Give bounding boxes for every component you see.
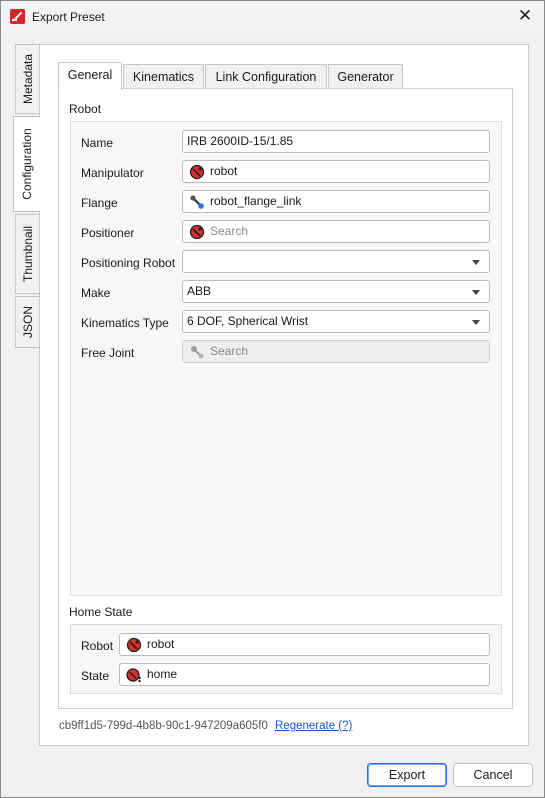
home-state-value: home bbox=[147, 667, 178, 681]
export-button[interactable]: Export bbox=[367, 763, 447, 787]
app-logo-icon bbox=[10, 9, 25, 24]
robot-state-icon bbox=[126, 668, 141, 683]
positioner-placeholder: Search bbox=[210, 224, 249, 238]
robot-icon bbox=[189, 164, 205, 180]
flange-label: Flange bbox=[81, 196, 118, 210]
free-joint-label: Free Joint bbox=[81, 346, 135, 360]
positioning-robot-select[interactable] bbox=[182, 250, 490, 273]
tab-general[interactable]: General bbox=[58, 62, 122, 90]
robot-icon bbox=[126, 637, 142, 653]
cancel-button[interactable]: Cancel bbox=[453, 763, 533, 787]
side-tab-label: Configuration bbox=[20, 128, 34, 200]
kinematics-type-value: 6 DOF, Spherical Wrist bbox=[187, 314, 309, 328]
chevron-down-icon bbox=[472, 260, 480, 265]
preset-uuid: cb9ff1d5-799d-4b8b-90c1-947209a605f0 bbox=[59, 720, 268, 732]
link-icon bbox=[190, 195, 204, 209]
side-tab-metadata[interactable]: Metadata bbox=[15, 44, 39, 114]
name-label: Name bbox=[81, 136, 114, 150]
tab-kinematics[interactable]: Kinematics bbox=[123, 64, 204, 89]
manipulator-label: Manipulator bbox=[81, 166, 144, 180]
home-robot-label: Robot bbox=[81, 639, 114, 653]
side-tab-label: Thumbnail bbox=[20, 225, 35, 283]
robot-section-title: Robot bbox=[69, 102, 102, 116]
make-label: Make bbox=[81, 286, 111, 300]
side-tab-thumbnail[interactable]: Thumbnail bbox=[15, 214, 39, 294]
window-title: Export Preset bbox=[32, 10, 105, 24]
regenerate-link[interactable]: Regenerate (?) bbox=[275, 720, 352, 732]
side-tab-label: JSON bbox=[20, 305, 35, 339]
kinematics-type-select[interactable]: 6 DOF, Spherical Wrist bbox=[182, 310, 490, 333]
make-value: ABB bbox=[187, 284, 212, 298]
flange-field[interactable]: robot_flange_link bbox=[182, 190, 490, 213]
home-state-title: Home State bbox=[69, 605, 133, 619]
tab-generator[interactable]: Generator bbox=[328, 64, 403, 89]
robot-icon bbox=[189, 224, 205, 240]
free-joint-search-input: Search bbox=[182, 340, 490, 363]
free-joint-placeholder: Search bbox=[210, 344, 249, 358]
manipulator-value: robot bbox=[210, 164, 238, 178]
manipulator-field[interactable]: robot bbox=[182, 160, 490, 183]
flange-value: robot_flange_link bbox=[210, 194, 302, 208]
name-field[interactable]: IRB 2600ID-15/1.85 bbox=[182, 130, 490, 153]
side-tab-configuration[interactable]: Configuration bbox=[13, 116, 40, 212]
home-robot-value: robot bbox=[147, 637, 175, 651]
positioner-label: Positioner bbox=[81, 226, 135, 240]
make-select[interactable]: ABB bbox=[182, 280, 490, 303]
positioning-robot-label: Positioning Robot bbox=[81, 256, 176, 270]
side-tab-label: Metadata bbox=[20, 53, 35, 105]
home-state-field[interactable]: home bbox=[119, 663, 490, 686]
chevron-down-icon bbox=[472, 290, 480, 295]
joint-icon bbox=[191, 346, 204, 359]
positioner-search-input[interactable]: Search bbox=[182, 220, 490, 243]
home-state-label: State bbox=[81, 669, 110, 683]
title-bar: Export Preset ✕ bbox=[1, 1, 544, 32]
tab-link-configuration[interactable]: Link Configuration bbox=[205, 64, 327, 89]
home-robot-field[interactable]: robot bbox=[119, 633, 490, 656]
kinematics-type-label: Kinematics Type bbox=[81, 316, 169, 330]
side-tab-json[interactable]: JSON bbox=[15, 296, 39, 348]
chevron-down-icon bbox=[472, 320, 480, 325]
close-button[interactable]: ✕ bbox=[514, 5, 536, 27]
